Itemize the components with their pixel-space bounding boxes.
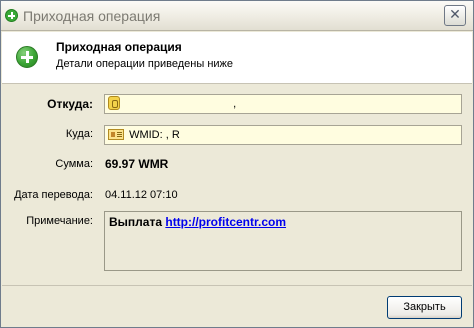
date-value: 04.11.12 07:10 bbox=[105, 189, 178, 201]
title-bar[interactable]: Приходная операция ✕ bbox=[1, 1, 473, 31]
close-button[interactable]: Закрыть bbox=[387, 296, 462, 319]
close-icon[interactable]: ✕ bbox=[444, 5, 466, 26]
to-field[interactable]: WMID: , R bbox=[104, 125, 462, 145]
header-title: Приходная операция bbox=[56, 40, 182, 54]
from-field[interactable]: , bbox=[104, 94, 462, 114]
to-label: Куда: bbox=[65, 128, 93, 140]
header-subtitle: Детали операции приведены ниже bbox=[56, 58, 234, 70]
note-label: Примечание: bbox=[26, 215, 93, 227]
date-label: Дата перевода: bbox=[14, 189, 93, 201]
note-prefix: Выплата bbox=[109, 215, 163, 229]
footer-divider bbox=[2, 285, 472, 286]
green-plus-icon bbox=[16, 46, 38, 68]
to-value: WMID: , R bbox=[129, 129, 180, 141]
dialog-header: Приходная операция Детали операции приве… bbox=[2, 32, 472, 84]
from-value: , bbox=[233, 98, 237, 110]
amount-value: 69.97 WMR bbox=[105, 157, 169, 171]
window-title: Приходная операция bbox=[23, 8, 161, 24]
note-box[interactable]: Выплата http://profitcentr.com bbox=[104, 211, 462, 271]
operation-dialog: Приходная операция ✕ Приходная операция … bbox=[0, 0, 474, 328]
incoming-operation-icon bbox=[5, 9, 18, 22]
wmid-card-icon bbox=[108, 128, 124, 140]
wallet-icon bbox=[108, 95, 120, 110]
note-link[interactable]: http://profitcentr.com bbox=[165, 215, 286, 229]
from-label: Откуда: bbox=[47, 97, 93, 111]
amount-label: Сумма: bbox=[55, 158, 93, 170]
